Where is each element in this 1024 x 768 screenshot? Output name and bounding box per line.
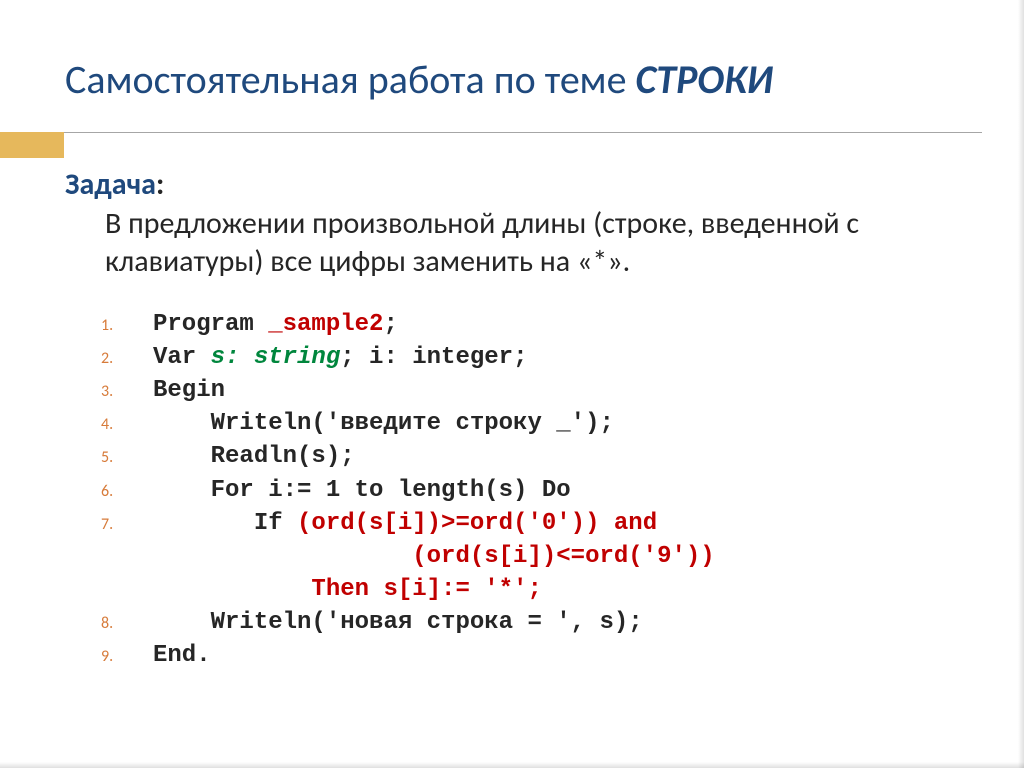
line-number: 2. xyxy=(101,348,153,370)
code-line-3: 3. Begin xyxy=(101,374,969,407)
code-text: Var s: string; i: integer; xyxy=(153,341,527,374)
slide: Самостоятельная работа по теме СТРОКИ За… xyxy=(0,0,1024,768)
code-line-6: 6. For i:= 1 to length(s) Do xyxy=(101,474,969,507)
code-text: Program _sample2; xyxy=(153,308,398,341)
title-main: Самостоятельная работа по теме xyxy=(65,55,636,104)
line-number: 8. xyxy=(101,613,153,635)
code-text: For i:= 1 to length(s) Do xyxy=(153,474,571,507)
task-heading: Задача: xyxy=(65,166,969,203)
code-text: If (ord(s[i])>=ord('0')) and xyxy=(153,507,657,540)
code-line-7a: 7. If (ord(s[i])>=ord('0')) and xyxy=(101,507,969,540)
line-number: 6. xyxy=(101,481,153,503)
shadow-bottom xyxy=(0,762,1024,768)
slide-title: Самостоятельная работа по теме СТРОКИ xyxy=(65,55,969,104)
task-text: В предложении произвольной длины (строке… xyxy=(105,205,969,280)
slide-body: Задача: В предложении произвольной длины… xyxy=(65,166,969,672)
code-line-2: 2. Var s: string; i: integer; xyxy=(101,341,969,374)
code-text: End. xyxy=(153,639,211,672)
code-line-1: 1. Program _sample2; xyxy=(101,308,969,341)
title-emph: СТРОКИ xyxy=(636,55,773,104)
code-line-5: 5. Readln(s); xyxy=(101,440,969,473)
accent-bar xyxy=(0,132,64,158)
divider-line xyxy=(64,132,982,133)
code-line-7b: (ord(s[i])<=ord('9')) xyxy=(101,540,969,573)
code-text: Readln(s); xyxy=(153,440,355,473)
code-line-9: 9. End. xyxy=(101,639,969,672)
line-number: 3. xyxy=(101,381,153,403)
shadow-right xyxy=(1018,0,1024,768)
task-colon: : xyxy=(156,166,164,203)
code-text: Then s[i]:= '*'; xyxy=(153,573,542,606)
code-line-4: 4. Writeln('введите строку _'); xyxy=(101,407,969,440)
task-label: Задача xyxy=(65,166,156,203)
line-number: 1. xyxy=(101,315,153,337)
line-number: 4. xyxy=(101,414,153,436)
line-number: 7. xyxy=(101,514,153,536)
code-text: Writeln('введите строку _'); xyxy=(153,407,614,440)
line-number: 9. xyxy=(101,646,153,668)
code-block: 1. Program _sample2; 2. Var s: string; i… xyxy=(101,308,969,672)
code-text: (ord(s[i])<=ord('9')) xyxy=(153,540,715,573)
code-line-7c: Then s[i]:= '*'; xyxy=(101,573,969,606)
code-text: Writeln('новая строка = ', s); xyxy=(153,606,643,639)
code-text: Begin xyxy=(153,374,225,407)
line-number: 5. xyxy=(101,447,153,469)
code-line-8: 8. Writeln('новая строка = ', s); xyxy=(101,606,969,639)
